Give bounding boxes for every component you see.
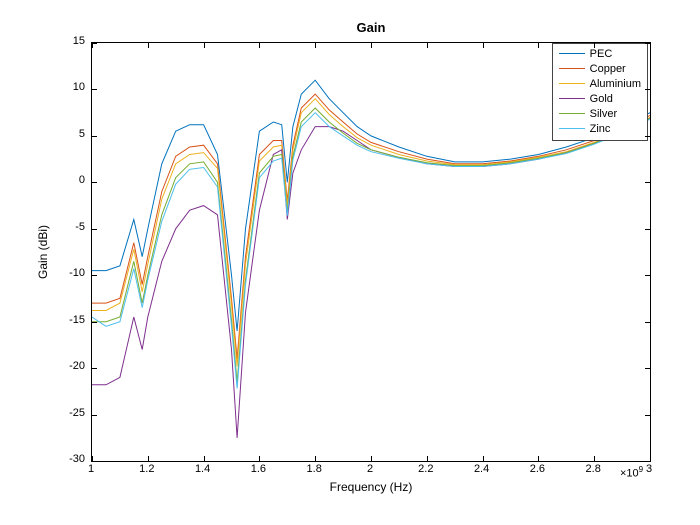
x-tick-mark: [594, 456, 595, 461]
y-tick-mark: [92, 461, 97, 462]
x-tick-mark: [650, 456, 651, 461]
legend-item-gold: Gold: [559, 91, 641, 106]
y-tick-mark: [92, 275, 97, 276]
legend-swatch: [559, 98, 585, 99]
x-tick-mark: [204, 43, 205, 48]
x-tick-mark: [650, 43, 651, 48]
y-tick-label: 5: [55, 128, 85, 140]
y-tick-mark: [645, 182, 650, 183]
y-tick-mark: [92, 89, 97, 90]
y-tick-mark: [645, 43, 650, 44]
y-tick-label: -20: [55, 360, 85, 372]
legend-swatch: [559, 53, 585, 54]
legend-swatch: [559, 128, 585, 129]
series-zinc: [92, 113, 650, 389]
y-tick-mark: [92, 368, 97, 369]
x-tick-mark: [427, 43, 428, 48]
y-tick-mark: [645, 322, 650, 323]
y-tick-label: -10: [55, 267, 85, 279]
legend-swatch: [559, 83, 585, 84]
x-axis-exponent: ×109: [620, 465, 643, 480]
x-tick-label: 1.4: [183, 463, 223, 475]
legend-item-aluminium: Aluminium: [559, 76, 641, 91]
x-tick-mark: [594, 43, 595, 48]
y-tick-mark: [645, 136, 650, 137]
x-tick-mark: [315, 456, 316, 461]
y-tick-mark: [92, 136, 97, 137]
x-tick-mark: [483, 456, 484, 461]
x-tick-mark: [148, 456, 149, 461]
y-tick-mark: [645, 368, 650, 369]
x-tick-label: 1.6: [238, 463, 278, 475]
x-tick-mark: [371, 456, 372, 461]
series-gold: [92, 118, 650, 438]
legend-label: PEC: [590, 48, 613, 60]
chart-title: Gain: [91, 20, 651, 35]
y-tick-label: -15: [55, 314, 85, 326]
x-tick-mark: [538, 43, 539, 48]
legend-label: Aluminium: [590, 78, 641, 90]
x-tick-label: 2: [350, 463, 390, 475]
series-silver: [92, 108, 650, 382]
x-tick-mark: [315, 43, 316, 48]
legend-item-silver: Silver: [559, 106, 641, 121]
y-axis-label: Gain (dBi): [35, 42, 51, 462]
y-tick-mark: [92, 415, 97, 416]
x-tick-label: 2.8: [573, 463, 613, 475]
y-tick-label: -25: [55, 407, 85, 419]
y-tick-mark: [645, 89, 650, 90]
legend-label: Gold: [590, 93, 613, 105]
y-tick-mark: [92, 322, 97, 323]
y-tick-mark: [92, 43, 97, 44]
x-tick-mark: [259, 456, 260, 461]
x-tick-mark: [148, 43, 149, 48]
legend-swatch: [559, 68, 585, 69]
x-tick-mark: [427, 456, 428, 461]
figure-window: Gain Gain (dBi) PEC Copper Aluminium Gold Si…: [0, 0, 700, 525]
plot-axes: PEC Copper Aluminium Gold Silver Zinc: [91, 42, 651, 462]
x-tick-label: 1.2: [127, 463, 167, 475]
legend-item-copper: Copper: [559, 61, 641, 76]
x-tick-label: 2.4: [462, 463, 502, 475]
legend: PEC Copper Aluminium Gold Silver Zinc: [552, 43, 648, 141]
y-tick-label: 0: [55, 174, 85, 186]
y-tick-mark: [645, 461, 650, 462]
y-tick-mark: [92, 182, 97, 183]
y-tick-label: 15: [55, 35, 85, 47]
y-tick-mark: [645, 415, 650, 416]
y-tick-label: -5: [55, 221, 85, 233]
y-tick-mark: [92, 229, 97, 230]
legend-label: Zinc: [590, 123, 611, 135]
legend-swatch: [559, 113, 585, 114]
x-tick-label: 1.8: [294, 463, 334, 475]
x-tick-mark: [371, 43, 372, 48]
y-tick-label: 10: [55, 81, 85, 93]
legend-item-zinc: Zinc: [559, 121, 641, 136]
x-tick-label: 2.2: [406, 463, 446, 475]
x-axis-label: Frequency (Hz): [91, 480, 651, 494]
x-tick-mark: [259, 43, 260, 48]
y-tick-mark: [645, 229, 650, 230]
y-tick-label: -30: [55, 453, 85, 465]
legend-item-pec: PEC: [559, 46, 641, 61]
x-tick-label: 2.6: [517, 463, 557, 475]
legend-label: Silver: [590, 108, 618, 120]
x-tick-mark: [538, 456, 539, 461]
x-tick-mark: [483, 43, 484, 48]
y-tick-mark: [645, 275, 650, 276]
legend-label: Copper: [590, 63, 626, 75]
x-tick-mark: [204, 456, 205, 461]
